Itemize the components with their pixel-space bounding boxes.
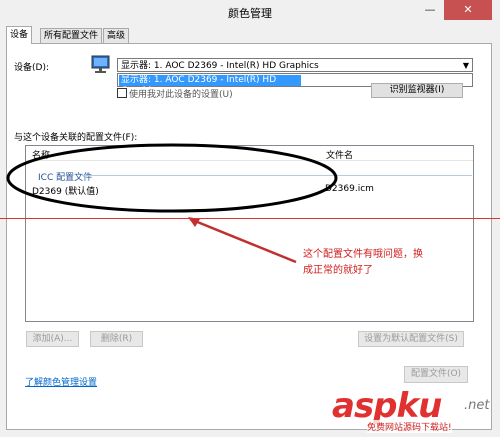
identify-monitor-button[interactable]: 识别监视器(I) <box>371 83 463 98</box>
use-my-settings-label: 使用我对此设备的设置(U) <box>129 90 233 100</box>
row-file: D2369.icm <box>325 184 374 194</box>
minimize-button[interactable]: — <box>420 0 440 20</box>
remove-button[interactable]: 删除(R) <box>90 331 143 347</box>
table-row[interactable]: D2369 (默认值) D2369.icm <box>26 182 473 197</box>
annotation-divider <box>0 218 500 219</box>
device-select-value: 显示器: 1. AOC D2369 - Intel(R) HD Graphics <box>121 61 319 71</box>
watermark-tld: .net <box>464 398 490 413</box>
group-divider <box>82 175 472 176</box>
device-panel: 设备(D): 显示器: 1. AOC D2369 - Intel(R) HD G… <box>6 43 492 430</box>
monitor-icon <box>91 55 110 73</box>
profiles-list[interactable]: 名称 文件名 ICC 配置文件 D2369 (默认值) D2369.icm <box>25 145 474 322</box>
device-label: 设备(D): <box>14 63 49 73</box>
chevron-down-icon[interactable]: ▼ <box>463 59 469 73</box>
tab-device[interactable]: 设备 <box>6 26 33 44</box>
title-bar: 颜色管理 — ✕ <box>0 0 500 24</box>
tab-advanced[interactable]: 高级 <box>103 28 130 43</box>
device-select[interactable]: 显示器: 1. AOC D2369 - Intel(R) HD Graphics… <box>117 58 473 72</box>
close-button[interactable]: ✕ <box>444 0 492 20</box>
list-header: 名称 文件名 <box>26 146 473 161</box>
watermark-tagline: 免费网站源码下载站! <box>367 420 452 433</box>
use-my-settings-checkbox[interactable] <box>117 88 127 98</box>
set-default-button[interactable]: 设置为默认配置文件(S) <box>358 331 464 347</box>
profiles-button[interactable]: 配置文件(O) <box>404 366 468 383</box>
column-file-header[interactable]: 文件名 <box>326 148 353 161</box>
profiles-section-label: 与这个设备关联的配置文件(F): <box>14 133 138 143</box>
annotation-text: 这个配置文件有哦问题，换成正常的就好了 <box>303 249 423 276</box>
column-name-header[interactable]: 名称 <box>32 148 50 161</box>
row-name: D2369 (默认值) <box>32 187 99 197</box>
tab-all-profiles[interactable]: 所有配置文件 <box>40 28 103 43</box>
device-dropdown-option[interactable]: 显示器: 1. AOC D2369 - Intel(R) HD Graphics <box>119 75 301 96</box>
add-button[interactable]: 添加(A)... <box>26 331 79 347</box>
learn-color-management-link[interactable]: 了解颜色管理设置 <box>25 375 97 388</box>
